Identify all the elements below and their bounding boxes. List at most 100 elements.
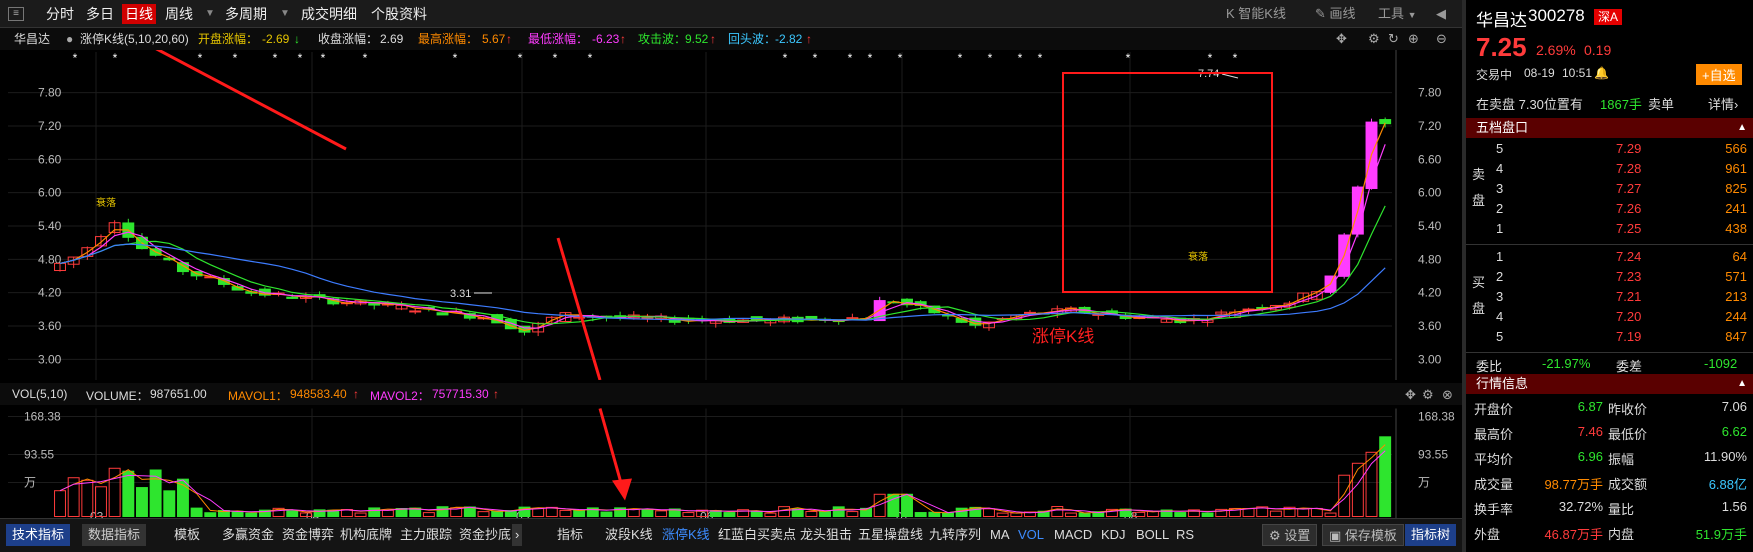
volume-chart[interactable]: 168.38168.3893.5593.55万万030405060708: [0, 405, 1462, 525]
stat-row: 平均价 6.96 振幅 11.90%: [1466, 448, 1753, 470]
bottom-item-boduan[interactable]: 波段K线: [605, 524, 653, 546]
volume-bar: [163, 490, 176, 517]
bottom-item-longtou[interactable]: 龙头狙击: [800, 524, 852, 546]
bottom-item-template[interactable]: 模板: [174, 524, 200, 546]
stat-label: 外盘: [1474, 527, 1501, 542]
change-percent: 2.69%: [1536, 42, 1576, 58]
tab-multiperiod[interactable]: 多周期: [222, 4, 270, 24]
order-book-row[interactable]: 1 7.25 438: [1466, 220, 1753, 239]
order-book-row[interactable]: 4 7.28 961: [1466, 160, 1753, 179]
star-icon: *: [298, 51, 303, 65]
tab-daily[interactable]: 日线: [122, 4, 156, 24]
y-tick-label-left: 6.60: [38, 152, 62, 166]
market-info-header[interactable]: 行情信息 ▲: [1466, 374, 1753, 394]
order-book-row[interactable]: 1 7.24 64: [1466, 248, 1753, 267]
order-book-row[interactable]: 4 7.20 244: [1466, 308, 1753, 327]
bottom-item-vol[interactable]: VOL: [1018, 524, 1044, 546]
move-icon[interactable]: ✥: [1336, 31, 1347, 47]
bottom-item-zhangting[interactable]: 涨停K线: [662, 524, 710, 546]
order-book-row[interactable]: 3 7.27 825: [1466, 180, 1753, 199]
refresh-icon[interactable]: ↻: [1388, 31, 1399, 47]
volume-bar: [1201, 512, 1214, 517]
volume-bar: [286, 510, 299, 517]
order-book-row[interactable]: 2 7.26 241: [1466, 200, 1753, 219]
order-book-row[interactable]: 2 7.23 571: [1466, 268, 1753, 287]
close-icon[interactable]: ⊗: [1442, 387, 1453, 403]
settings-button[interactable]: ⚙ 设置: [1262, 524, 1318, 546]
stat-row: 换手率 32.72% 量比 1.56: [1466, 498, 1753, 520]
bottom-item-boyi[interactable]: 资金博弈: [282, 524, 334, 546]
order-book-row[interactable]: 3 7.21 213: [1466, 288, 1753, 307]
stat-row: 最高价 7.46 最低价 6.62: [1466, 423, 1753, 445]
y-tick-label-right: 7.20: [1418, 119, 1442, 133]
order-book-row[interactable]: 5 7.19 847: [1466, 328, 1753, 347]
y-tick-label-right: 4.20: [1418, 286, 1442, 300]
mavol1-label: MAVOL1：: [228, 389, 288, 403]
gear-icon[interactable]: ⚙: [1368, 31, 1380, 47]
red-arrow: [155, 50, 347, 151]
y-tick-label-left: 3.60: [38, 319, 62, 333]
change-amount: 0.19: [1584, 42, 1612, 58]
tools-button[interactable]: 工具 ▼: [1378, 4, 1417, 24]
move-icon[interactable]: ✥: [1405, 387, 1416, 403]
level-volume: 244: [1725, 309, 1747, 324]
chevron-right-icon[interactable]: ›: [512, 524, 523, 546]
tab-trade-details[interactable]: 成交明细: [298, 4, 360, 24]
volume-bar: [1078, 512, 1091, 517]
close-change-label: 收盘涨幅：: [318, 32, 379, 46]
level-volume: 566: [1725, 141, 1747, 156]
gear-icon[interactable]: ⚙: [1422, 387, 1434, 403]
up-arrow-icon: ↑: [806, 32, 812, 46]
volume-bar: [723, 512, 736, 518]
collapse-icon[interactable]: ◀: [1436, 4, 1446, 24]
volume-bar: [1269, 510, 1282, 517]
bottom-item-chaodi[interactable]: 资金抄底: [459, 524, 511, 546]
bottom-item-wuxing[interactable]: 五星操盘线: [858, 524, 923, 546]
chevron-down-icon[interactable]: ▼: [277, 4, 293, 24]
indicator-toggle-icon[interactable]: ●: [66, 31, 73, 47]
bottom-item-dipai[interactable]: 机构底牌: [340, 524, 392, 546]
bottom-item-macd[interactable]: MACD: [1054, 524, 1092, 546]
zoom-in-icon[interactable]: ⊕: [1408, 31, 1419, 47]
top-toolbar: ≡ 分时 多日 日线 周线 ▼ 多周期 ▼ 成交明细 个股资料 K 智能K线 ✎…: [0, 0, 1462, 28]
tab-stock-profile[interactable]: 个股资料: [368, 4, 430, 24]
tab-multiday[interactable]: 多日: [83, 4, 117, 24]
collapse-icon: ▲: [1737, 378, 1747, 389]
level-price: 7.28: [1616, 161, 1642, 176]
bell-icon[interactable]: 🔔: [1594, 66, 1609, 80]
pullback-value: -2.82: [775, 32, 803, 46]
chevron-down-icon[interactable]: ▼: [202, 4, 218, 24]
volume-bar: [996, 512, 1009, 517]
stat-label: 成交量: [1474, 477, 1514, 492]
tab-technical-indicators[interactable]: 技术指标: [6, 524, 71, 546]
bottom-item-jiuzhuan[interactable]: 九转序列: [929, 524, 981, 546]
level-volume: 571: [1725, 269, 1747, 284]
draw-button[interactable]: ✎ 画线: [1315, 4, 1356, 24]
tab-data-indicators[interactable]: 数据指标: [82, 524, 147, 546]
zoom-out-icon[interactable]: ⊖: [1436, 31, 1447, 47]
volume-bar: [1351, 462, 1364, 517]
indicator-tree-button[interactable]: 指标树: [1405, 524, 1457, 546]
add-watchlist-button[interactable]: +自选: [1696, 64, 1742, 85]
up-arrow-icon: ↑: [506, 32, 512, 46]
bottom-item-kdj[interactable]: KDJ: [1101, 524, 1126, 546]
smart-kline-button[interactable]: K 智能K线: [1226, 4, 1286, 24]
volume-bar: [190, 507, 203, 518]
order-book-row[interactable]: 5 7.29 566: [1466, 140, 1753, 159]
save-template-button[interactable]: ▣ 保存模板: [1322, 524, 1404, 546]
order-book-header[interactable]: 五档盘口 ▲: [1466, 118, 1753, 138]
tab-weekly[interactable]: 周线: [162, 4, 196, 24]
bottom-item-duoying[interactable]: 多赢资金: [222, 524, 274, 546]
details-link[interactable]: 详情›: [1708, 94, 1738, 113]
bottom-item-zhuli[interactable]: 主力跟踪: [400, 524, 452, 546]
bottom-item-zhibiao[interactable]: 指标: [557, 524, 583, 546]
bottom-item-rs[interactable]: RS: [1176, 524, 1194, 546]
tab-fenshi[interactable]: 分时: [43, 4, 77, 24]
price-chart[interactable]: 7.80 7.80 7.20 7.20 6.60 6.60 6.00 6.00 5.40 5.40…: [0, 50, 1462, 380]
bottom-item-honglanbai[interactable]: 红蓝白买卖点: [718, 524, 796, 546]
bottom-item-boll[interactable]: BOLL: [1136, 524, 1169, 546]
bottom-item-ma[interactable]: MA: [990, 524, 1010, 546]
indicator-name[interactable]: 涨停K线(5,10,20,60): [80, 31, 189, 47]
menu-icon[interactable]: ≡: [8, 7, 24, 21]
indicator-bottom-bar: 技术指标 数据指标 模板 多赢资金 资金博弈 机构底牌 主力跟踪 资金抄底 › …: [0, 518, 1462, 552]
